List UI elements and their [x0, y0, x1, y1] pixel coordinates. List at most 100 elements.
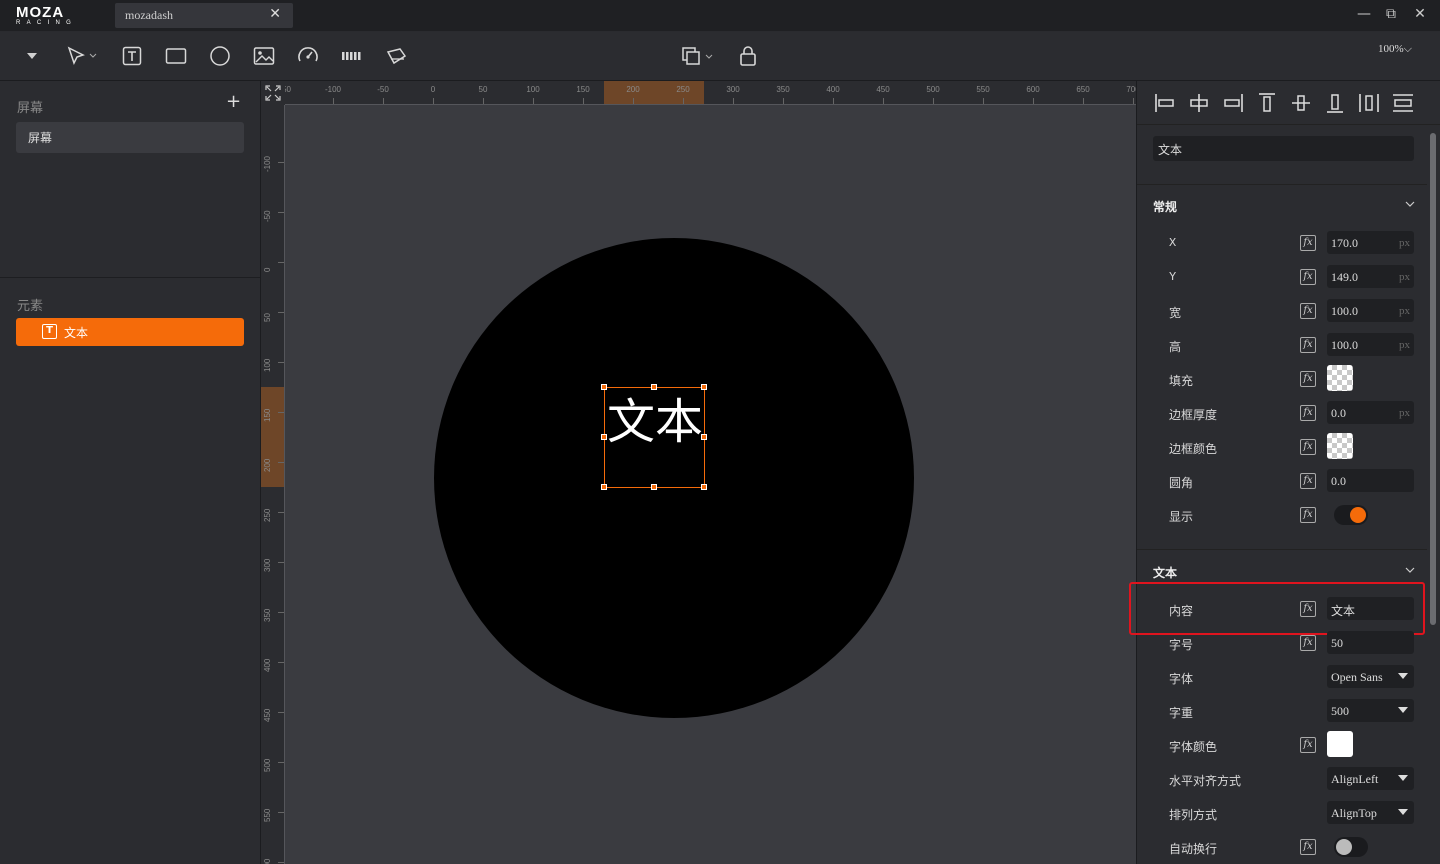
selected-text-content: 文本 [606, 394, 703, 450]
unit-label: px [1399, 305, 1410, 317]
minimize-button[interactable]: — [1354, 6, 1374, 22]
font-select[interactable]: Open Sans [1327, 665, 1414, 688]
halign-select[interactable]: AlignLeft [1327, 767, 1414, 790]
fx-icon[interactable]: fx [1300, 737, 1316, 753]
zoom-level[interactable]: 100%⌵ [1378, 43, 1412, 56]
resize-handle[interactable] [601, 384, 607, 390]
y-input[interactable]: 149.0 px [1327, 265, 1414, 288]
eraser-tool-icon[interactable] [384, 44, 408, 68]
tab-close-icon[interactable]: ✕ [269, 6, 281, 22]
ruler-tick [278, 362, 284, 363]
word-wrap-toggle[interactable] [1334, 837, 1368, 857]
ruler-tick-label: 100 [526, 85, 540, 94]
fx-icon[interactable]: fx [1300, 269, 1316, 285]
fx-icon[interactable]: fx [1300, 303, 1316, 319]
resize-handle[interactable] [701, 384, 707, 390]
height-input[interactable]: 100.0 px [1327, 333, 1414, 356]
image-tool-icon[interactable] [253, 44, 275, 68]
fx-icon[interactable]: fx [1300, 235, 1316, 251]
fx-icon[interactable]: fx [1300, 601, 1316, 617]
fx-icon[interactable]: fx [1300, 337, 1316, 353]
ruler-tick [833, 98, 834, 104]
fx-icon[interactable]: fx [1300, 405, 1316, 421]
lock-icon[interactable] [737, 44, 759, 68]
properties-scrollbar[interactable] [1430, 133, 1436, 625]
resize-handle[interactable] [651, 484, 657, 490]
resize-handle[interactable] [601, 484, 607, 490]
chevron-down-icon[interactable] [1405, 200, 1415, 211]
font-size-input[interactable]: 50 [1327, 631, 1414, 654]
add-screen-button[interactable]: + [226, 93, 241, 111]
resize-handle[interactable] [651, 384, 657, 390]
align-right-icon[interactable] [1222, 93, 1244, 113]
align-toolbar [1137, 81, 1440, 125]
rectangle-tool-icon[interactable] [165, 44, 187, 68]
ruler-tick-label: -100 [263, 155, 272, 172]
element-list-item[interactable]: T 文本 [16, 318, 244, 346]
fx-icon[interactable]: fx [1300, 635, 1316, 651]
fill-color-swatch[interactable] [1327, 365, 1353, 391]
font-value: Open Sans [1331, 670, 1383, 684]
ruler-tick-label: 550 [976, 85, 990, 94]
document-tab[interactable]: mozadash ✕ [115, 3, 293, 28]
fx-icon[interactable]: fx [1300, 371, 1316, 387]
valign-select[interactable]: AlignTop [1327, 801, 1414, 824]
ruler-tick-label: 200 [263, 458, 272, 472]
close-window-button[interactable]: ✕ [1410, 6, 1430, 22]
content-input[interactable]: 文本 [1327, 597, 1414, 620]
fit-screen-icon[interactable] [261, 81, 285, 105]
fx-icon[interactable]: fx [1300, 839, 1316, 855]
align-left-icon[interactable] [1154, 93, 1176, 113]
fx-icon[interactable]: fx [1300, 507, 1316, 523]
distribute-horizontal-icon[interactable] [1358, 93, 1380, 113]
unit-label: px [1399, 339, 1410, 351]
x-input[interactable]: 170.0 px [1327, 231, 1414, 254]
screen-list-item[interactable]: 屏幕 [16, 122, 244, 153]
distribute-vertical-icon[interactable] [1392, 93, 1414, 113]
fx-icon[interactable]: fx [1300, 439, 1316, 455]
resize-handle[interactable] [601, 434, 607, 440]
border-width-input[interactable]: 0.0 px [1327, 401, 1414, 424]
restore-button[interactable]: ⧉ [1381, 6, 1401, 22]
align-bottom-icon[interactable] [1324, 93, 1346, 113]
font-weight-value: 500 [1331, 704, 1349, 718]
align-hcenter-icon[interactable] [1188, 93, 1210, 113]
dropdown-arrow-icon [1398, 673, 1408, 679]
unit-label: px [1399, 237, 1410, 249]
align-top-icon[interactable] [1256, 93, 1278, 113]
font-weight-select[interactable]: 500 [1327, 699, 1414, 722]
resize-handle[interactable] [701, 484, 707, 490]
select-tool-icon[interactable] [66, 44, 100, 68]
gauge-tool-icon[interactable] [297, 44, 319, 68]
circle-tool-icon[interactable] [209, 44, 231, 68]
resize-handle[interactable] [701, 434, 707, 440]
ruler-tick [278, 662, 284, 663]
chevron-down-icon[interactable] [1405, 566, 1415, 577]
bar-tool-icon[interactable] [340, 44, 364, 68]
radius-input[interactable]: 0.0 [1327, 469, 1414, 492]
fill-label: 填充 [1169, 374, 1194, 388]
visible-toggle[interactable] [1334, 505, 1368, 525]
text-tool-icon[interactable] [121, 44, 143, 68]
height-label: 高 [1169, 340, 1182, 354]
ruler-tick [883, 98, 884, 104]
dropdown-menu-icon[interactable] [24, 44, 40, 68]
width-value: 100.0 [1331, 304, 1358, 318]
properties-panel: 文本 常规 X fx 170.0 px Y fx 149.0 px 宽 fx 100… [1129, 81, 1440, 864]
layer-order-icon[interactable] [680, 44, 716, 68]
ruler-tick [733, 98, 734, 104]
ruler-tick-label: 650 [1076, 85, 1090, 94]
border-color-swatch[interactable] [1327, 433, 1353, 459]
ruler-tick [633, 98, 634, 104]
align-vcenter-icon[interactable] [1290, 93, 1312, 113]
selected-text-element[interactable]: 文本 [601, 384, 707, 490]
ruler-tick-label: -100 [324, 85, 342, 94]
element-name-field[interactable]: 文本 [1153, 136, 1414, 161]
width-input[interactable]: 100.0 px [1327, 299, 1414, 322]
font-size-value: 50 [1331, 636, 1343, 650]
valign-label: 排列方式 [1169, 808, 1218, 822]
ruler-tick-label: 250 [263, 508, 272, 522]
font-color-swatch[interactable] [1327, 731, 1353, 757]
canvas-area[interactable]: -150 -100 -50 0 50 100 150 200 250 300 350 400 450 50… [261, 81, 1136, 864]
fx-icon[interactable]: fx [1300, 473, 1316, 489]
